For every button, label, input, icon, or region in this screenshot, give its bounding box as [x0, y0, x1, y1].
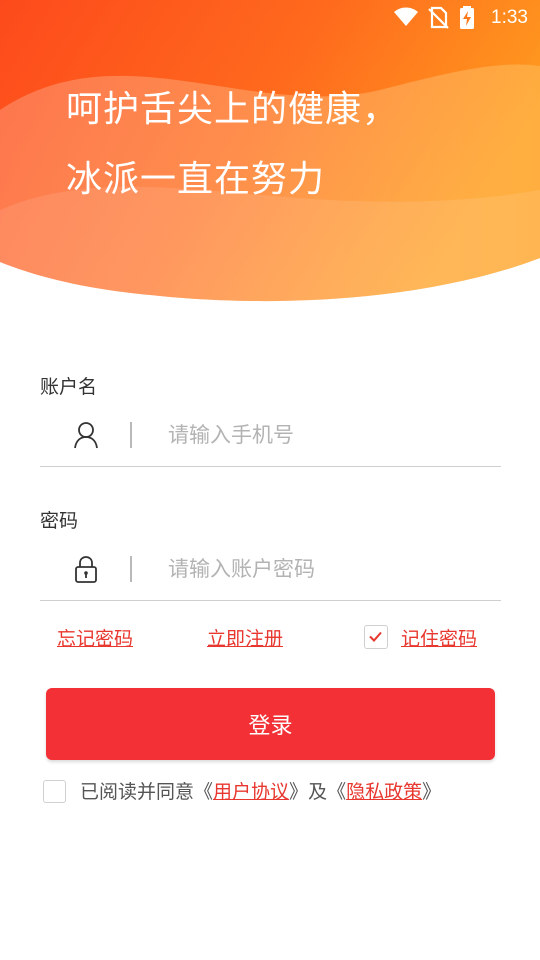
login-button[interactable]: 登录: [46, 688, 495, 760]
field-separator: [130, 556, 132, 582]
agreement-prefix: 已阅读并同意: [80, 781, 195, 803]
slogan-line-2: 冰派一直在努力: [66, 159, 326, 200]
password-field[interactable]: [40, 536, 501, 601]
slogan-line-1: 呵护舌尖上的健康，: [66, 89, 400, 130]
bracket-open: 《: [194, 781, 214, 803]
lock-icon: [72, 554, 100, 584]
status-bar: 1:33: [0, 0, 540, 36]
account-label: 账户名: [40, 376, 98, 398]
forgot-password-link[interactable]: 忘记密码: [57, 624, 133, 651]
agreement-checkbox[interactable]: [43, 780, 66, 803]
privacy-policy-link[interactable]: 隐私政策: [346, 781, 422, 803]
account-input[interactable]: [166, 416, 490, 454]
register-link[interactable]: 立即注册: [207, 624, 283, 651]
bracket-close: 》: [289, 781, 309, 803]
remember-password-checkbox[interactable]: [364, 625, 388, 649]
remember-password-link[interactable]: 记住密码: [401, 624, 477, 651]
password-input[interactable]: [166, 550, 490, 588]
agreement-and: 及: [308, 781, 328, 803]
status-time: 1:33: [491, 7, 528, 28]
bracket-open: 《: [327, 781, 347, 803]
header-banner: 1:33 呵护舌尖上的健康， 冰派一直在努力: [0, 0, 540, 310]
bracket-close: 》: [422, 781, 442, 803]
user-agreement-link[interactable]: 用户协议: [213, 781, 289, 803]
check-icon: [369, 631, 382, 642]
account-field[interactable]: [40, 402, 501, 467]
user-icon: [72, 420, 100, 450]
password-label: 密码: [40, 510, 79, 532]
field-separator: [130, 422, 132, 448]
agreement-text: 已阅读并同意《用户协议》及《隐私政策》: [80, 777, 441, 804]
